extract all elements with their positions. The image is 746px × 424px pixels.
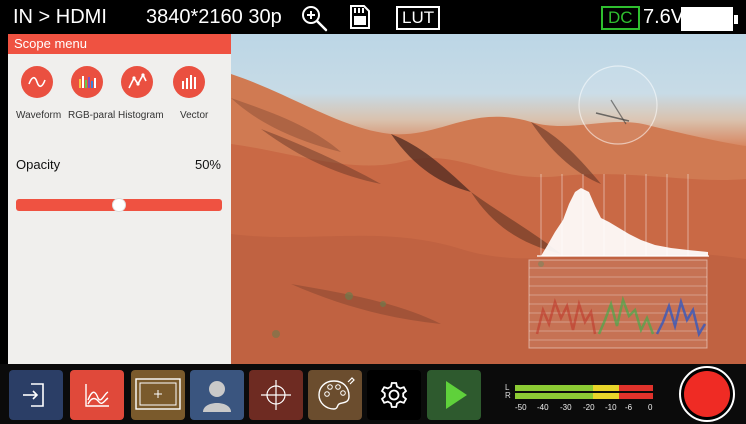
frame-guide-button[interactable]	[131, 370, 185, 420]
rgb-parade-label: RGB-paral	[68, 110, 116, 121]
meter-left-green	[515, 385, 593, 391]
vector-label: Vector	[180, 110, 209, 121]
waveform-label: Waveform	[16, 110, 62, 121]
record-icon	[684, 371, 730, 417]
resolution-readout: 3840*2160 30p	[146, 6, 282, 28]
crosshair-icon	[261, 380, 291, 410]
opacity-slider-handle[interactable]	[112, 198, 126, 212]
vector-button[interactable]	[173, 66, 205, 98]
meter-scale-tick: -30	[560, 403, 572, 412]
voltage-readout: 7.6V	[643, 6, 685, 28]
vectorscope-overlay	[578, 65, 658, 145]
sd-card-icon	[348, 4, 372, 30]
gear-icon	[380, 382, 408, 408]
play-icon	[446, 381, 467, 409]
meter-scale-tick: -6	[625, 403, 633, 412]
meter-scale-tick: -50	[515, 403, 527, 412]
meter-scale-tick: -20	[583, 403, 595, 412]
scope-menu-title: Scope menu	[8, 34, 231, 54]
user-profile-button[interactable]	[190, 370, 244, 420]
desert-scene	[231, 65, 746, 364]
audio-level-meter: L R -50 -40 -30 -20 -10 -6 0	[505, 384, 655, 418]
person-icon	[203, 381, 231, 412]
waveform-icon	[85, 384, 109, 407]
opacity-label: Opacity	[16, 157, 61, 172]
histogram-label: Histogram	[118, 110, 164, 121]
frame-guide-icon	[135, 378, 181, 410]
meter-right-green	[515, 393, 593, 399]
video-preview[interactable]	[231, 34, 746, 364]
meter-scale-tick: -40	[537, 403, 549, 412]
rgb-parade-overlay	[528, 259, 708, 349]
color-palette-button[interactable]	[308, 370, 362, 420]
rgb-parade-button[interactable]	[71, 66, 103, 98]
meter-label-right: R	[505, 391, 511, 400]
status-bar: IN > HDMI 3840*2160 30p LUT DC 7.6V	[0, 0, 746, 34]
vector-icon	[182, 75, 196, 89]
waveform-button[interactable]	[21, 66, 53, 98]
enter-icon	[23, 383, 44, 407]
center-marker-button[interactable]	[249, 370, 303, 420]
meter-right-red	[619, 393, 653, 399]
opacity-value: 50%	[194, 157, 221, 172]
rgb-parade-icon	[79, 76, 96, 88]
scope-menu-panel: Scope menu Waveform RGB-paral Histogram …	[8, 34, 231, 370]
power-source-badge: DC	[601, 6, 640, 30]
battery-icon	[681, 7, 738, 31]
meter-left-red	[619, 385, 653, 391]
histogram-icon	[128, 73, 147, 89]
record-button[interactable]	[679, 366, 735, 422]
bottom-toolbar: L R -50 -40 -30 -20 -10 -6 0	[0, 364, 746, 424]
scope-button[interactable]	[70, 370, 124, 420]
zoom-in-icon[interactable]	[300, 4, 328, 32]
waveform-icon	[28, 76, 46, 88]
meter-scale-tick: 0	[648, 403, 653, 412]
input-source: IN > HDMI	[13, 6, 107, 28]
playback-button[interactable]	[427, 370, 481, 420]
input-button[interactable]	[9, 370, 63, 420]
meter-left-yellow	[593, 385, 619, 391]
palette-icon	[318, 377, 355, 410]
opacity-slider[interactable]	[16, 198, 222, 212]
histogram-button[interactable]	[121, 66, 153, 98]
meter-scale-tick: -10	[605, 403, 617, 412]
lut-toggle[interactable]: LUT	[396, 6, 441, 30]
meter-right-yellow	[593, 393, 619, 399]
settings-button[interactable]	[367, 370, 421, 420]
